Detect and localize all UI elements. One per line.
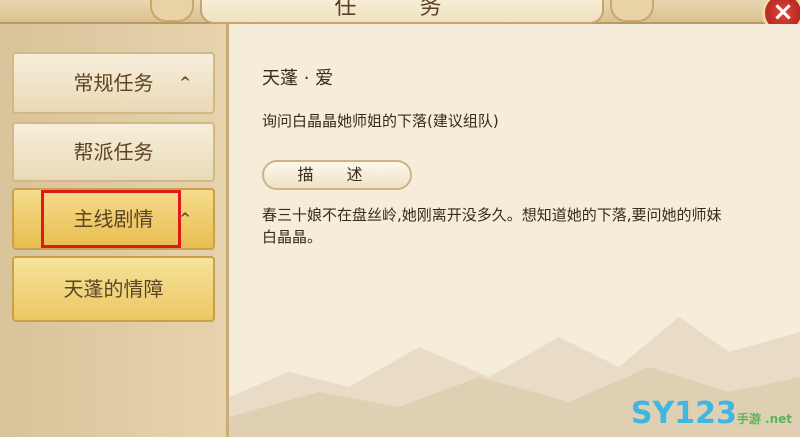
chevron-up-icon: ^ <box>179 211 191 227</box>
highlight-annotation-box <box>41 190 181 248</box>
sidebar-item-regular-quests[interactable]: 常规任务 ^ <box>12 52 215 114</box>
quest-goal-text: 询问白晶晶她师姐的下落(建议组队) <box>262 112 499 130</box>
watermark-text: SY123 <box>630 396 737 431</box>
sidebar-item-label: 常规任务 <box>73 71 154 95</box>
close-icon: × <box>772 0 794 27</box>
chevron-up-icon: ^ <box>179 75 191 91</box>
watermark-suffix: 手游 .net <box>736 412 792 426</box>
window-title: 任 务 <box>334 0 470 20</box>
site-watermark: SY123手游 .net <box>631 396 792 431</box>
right-ornament <box>610 0 654 22</box>
sidebar-item-guild-quests[interactable]: 帮派任务 <box>12 122 215 182</box>
quest-title: 天蓬 · 爱 <box>262 68 334 89</box>
sidebar-item-label: 帮派任务 <box>73 140 154 164</box>
section-label-text: 描 述 <box>297 165 377 184</box>
left-ornament <box>150 0 194 22</box>
quest-description: 春三十娘不在盘丝岭,她刚离开没多久。想知道她的下落,要问她的师妹白晶晶。 <box>262 206 722 246</box>
sidebar-item-label: 天蓬的情障 <box>63 277 164 301</box>
sidebar-item-tianpeng-quest[interactable]: 天蓬的情障 <box>12 256 215 322</box>
window-title-banner: 任 务 <box>200 0 604 24</box>
description-section-label: 描 述 <box>262 160 412 190</box>
